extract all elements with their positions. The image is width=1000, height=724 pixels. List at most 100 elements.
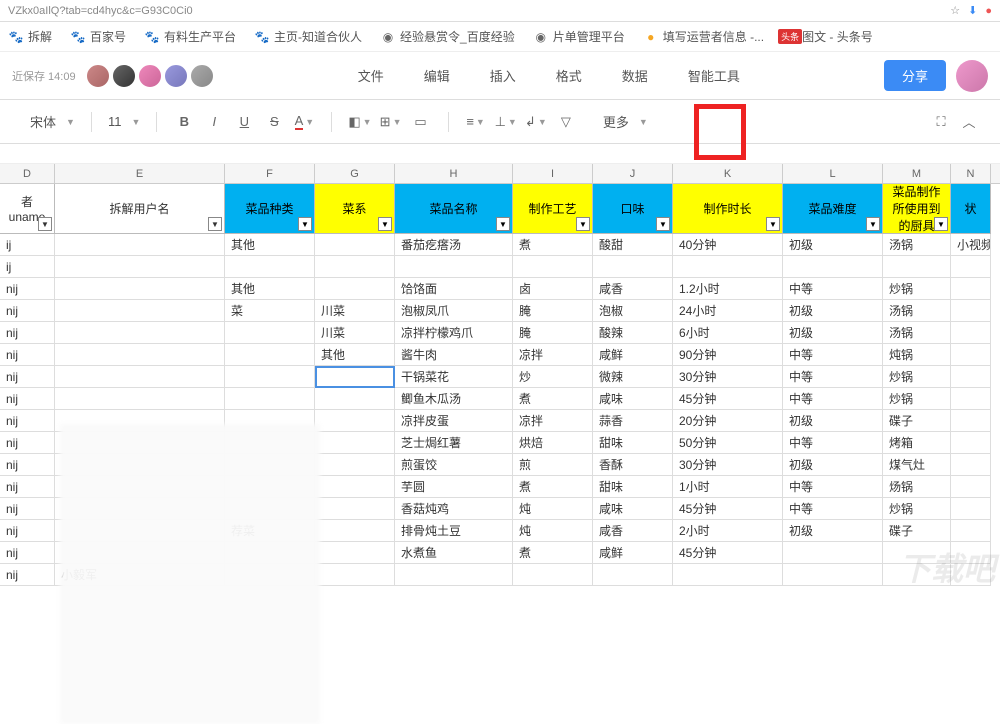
cell[interactable]: 煎蛋饺 [395, 454, 513, 476]
cell[interactable]: 烤箱 [883, 432, 951, 454]
cell[interactable] [513, 564, 593, 586]
cell[interactable]: 45分钟 [673, 388, 783, 410]
cell[interactable] [951, 344, 991, 366]
col-header-I[interactable]: I [513, 164, 593, 183]
cell[interactable] [593, 256, 673, 278]
cell[interactable] [951, 410, 991, 432]
browser-icon-1[interactable]: ⬇ [968, 4, 977, 17]
cell[interactable] [783, 256, 883, 278]
cell[interactable] [951, 564, 991, 586]
cell[interactable]: 90分钟 [673, 344, 783, 366]
header-cell-G[interactable]: 菜系▼ [315, 184, 395, 234]
cell[interactable] [315, 454, 395, 476]
cell[interactable] [951, 432, 991, 454]
cell[interactable]: 24小时 [673, 300, 783, 322]
strike-button[interactable]: S [263, 108, 285, 136]
cell[interactable]: 炒锅 [883, 366, 951, 388]
underline-button[interactable]: U [233, 108, 255, 136]
col-header-K[interactable]: K [673, 164, 783, 183]
cell[interactable]: 排骨炖土豆 [395, 520, 513, 542]
cell[interactable]: 40分钟 [673, 234, 783, 256]
font-select[interactable]: 宋体 [30, 112, 56, 131]
cell[interactable]: 煎 [513, 454, 593, 476]
cell[interactable]: 凉拌 [513, 344, 593, 366]
cell[interactable]: 中等 [783, 388, 883, 410]
cell[interactable] [225, 366, 315, 388]
cell[interactable]: 6小时 [673, 322, 783, 344]
header-cell-M[interactable]: 菜品制作所使用到的厨具▼ [883, 184, 951, 234]
bookmark-item[interactable]: 头条图文 - 头条号 [782, 28, 873, 45]
cell[interactable]: nij [0, 410, 55, 432]
filter-icon[interactable]: ▼ [208, 217, 222, 231]
cell[interactable] [315, 388, 395, 410]
cell[interactable] [225, 256, 315, 278]
cell[interactable] [315, 234, 395, 256]
cell[interactable]: 川菜 [315, 322, 395, 344]
avatar[interactable] [112, 64, 136, 88]
cell[interactable]: 50分钟 [673, 432, 783, 454]
bookmark-item[interactable]: ●填写运营者信息 -... [643, 28, 764, 45]
cell[interactable]: 酸辣 [593, 322, 673, 344]
cell[interactable]: 凉拌 [513, 410, 593, 432]
cell[interactable]: 腌 [513, 300, 593, 322]
cell[interactable] [55, 300, 225, 322]
cell[interactable]: nij [0, 454, 55, 476]
cell[interactable]: 咸鲜 [593, 344, 673, 366]
cell[interactable] [55, 388, 225, 410]
cell[interactable] [395, 256, 513, 278]
cell[interactable]: 中等 [783, 498, 883, 520]
header-cell-K[interactable]: 制作时长▼ [673, 184, 783, 234]
cell[interactable]: nij [0, 498, 55, 520]
cell[interactable]: 蒜香 [593, 410, 673, 432]
filter-icon[interactable]: ▼ [576, 217, 590, 231]
star-icon[interactable]: ☆ [950, 4, 960, 17]
share-button[interactable]: 分享 [884, 60, 946, 91]
cell[interactable]: 煮 [513, 234, 593, 256]
cell[interactable]: nij [0, 322, 55, 344]
cell[interactable]: 汤锅 [883, 322, 951, 344]
cell[interactable] [225, 322, 315, 344]
cell[interactable]: nij [0, 388, 55, 410]
cell[interactable]: nij [0, 432, 55, 454]
cell[interactable]: 碟子 [883, 520, 951, 542]
bookmark-item[interactable]: ◉片单管理平台 [533, 28, 625, 45]
col-header-D[interactable]: D [0, 164, 55, 183]
cell[interactable] [673, 256, 783, 278]
col-header-E[interactable]: E [55, 164, 225, 183]
cell[interactable]: nij [0, 520, 55, 542]
cell[interactable]: 炒锅 [883, 278, 951, 300]
cell[interactable]: 炖锅 [883, 344, 951, 366]
cell[interactable] [315, 410, 395, 432]
cell[interactable] [315, 366, 395, 388]
cell[interactable]: 香酥 [593, 454, 673, 476]
bookmark-item[interactable]: 🐾拆解 [8, 28, 52, 45]
menu-文件[interactable]: 文件 [352, 62, 390, 89]
cell[interactable]: 1.2小时 [673, 278, 783, 300]
merge-button[interactable]: ▭ [410, 108, 432, 136]
col-header-L[interactable]: L [783, 164, 883, 183]
browser-icon-2[interactable]: ● [985, 5, 992, 17]
cell[interactable]: 中等 [783, 476, 883, 498]
cell[interactable] [315, 564, 395, 586]
cell[interactable]: 其他 [315, 344, 395, 366]
cell[interactable]: nij [0, 278, 55, 300]
cell[interactable] [883, 542, 951, 564]
header-cell-H[interactable]: 菜品名称▼ [395, 184, 513, 234]
cell[interactable]: 水煮鱼 [395, 542, 513, 564]
cell[interactable]: 1小时 [673, 476, 783, 498]
cell[interactable]: 川菜 [315, 300, 395, 322]
cell[interactable]: 凉拌皮蛋 [395, 410, 513, 432]
cell[interactable]: nij [0, 476, 55, 498]
cell[interactable]: 泡椒 [593, 300, 673, 322]
cell[interactable]: 甜味 [593, 476, 673, 498]
cell[interactable] [951, 542, 991, 564]
cell[interactable]: 腌 [513, 322, 593, 344]
cell[interactable]: 小视频 [951, 234, 991, 256]
cell[interactable]: 中等 [783, 366, 883, 388]
cell[interactable] [55, 256, 225, 278]
bookmark-item[interactable]: ◉经验悬赏令_百度经验 [380, 28, 515, 45]
cell[interactable] [951, 520, 991, 542]
cell[interactable]: 初级 [783, 520, 883, 542]
cell[interactable]: nij [0, 344, 55, 366]
cell[interactable]: 炒锅 [883, 498, 951, 520]
